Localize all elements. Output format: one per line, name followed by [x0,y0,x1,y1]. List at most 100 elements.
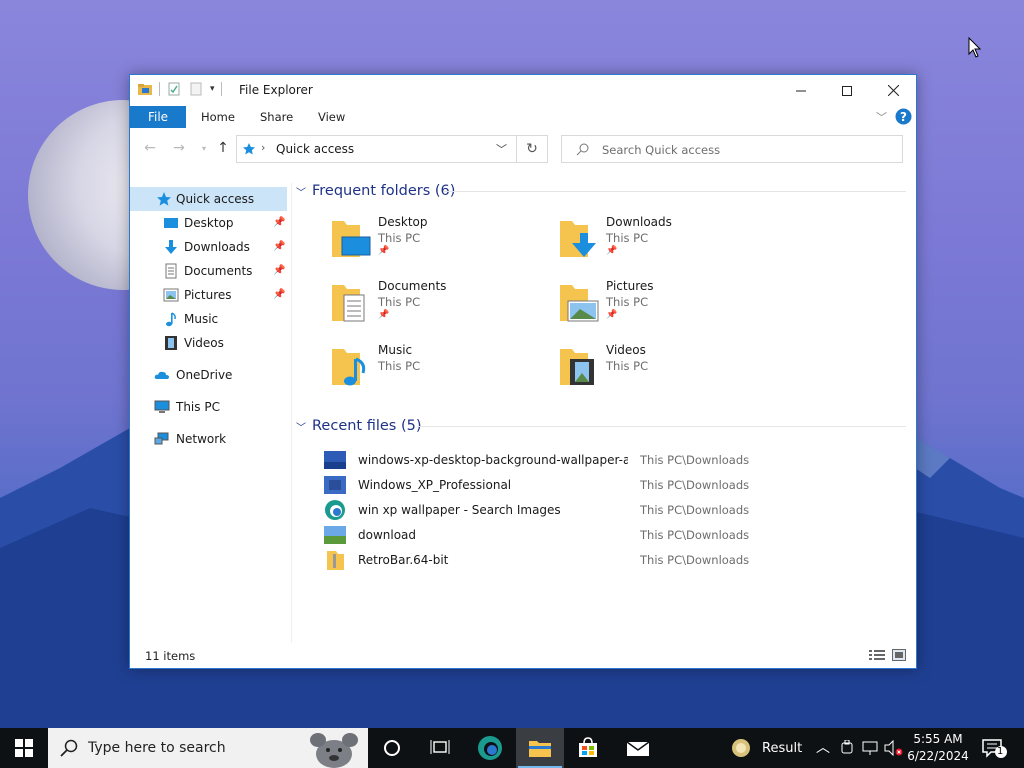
frequent-folders-header[interactable]: ﹀ Frequent folders (6) [294,180,906,202]
quick-access-toolbar: ▾ [137,81,222,97]
pane-divider[interactable] [291,183,292,643]
recent-file-row[interactable]: windows-xp-desktop-background-wallpaper-… [324,449,904,473]
tab-share[interactable]: Share [260,110,293,124]
star-icon [243,143,255,155]
details-view-icon[interactable] [869,649,885,661]
search-input[interactable]: Search Quick access [561,135,903,163]
sidebar-item-downloads[interactable]: Downloads 📌 [130,235,287,259]
volume-muted-icon[interactable] [884,740,904,756]
folder-tile-music[interactable]: Music This PC [330,343,550,403]
taskbar-search-box[interactable]: Type here to search [48,728,368,768]
recent-files-header[interactable]: ﹀ Recent files (5) [294,415,906,437]
folder-tile-desktop[interactable]: Desktop This PC 📌 [330,215,550,275]
folder-tile-downloads[interactable]: Downloads This PC 📌 [558,215,778,275]
breadcrumb-quick-access[interactable]: Quick access [276,142,354,156]
sidebar-item-music[interactable]: Music [130,307,287,331]
status-bar: 11 items [130,643,916,667]
taskbar-file-explorer-button[interactable] [516,728,564,768]
ribbon-tabs: File Home Share View ﹀ ? [130,106,916,128]
search-placeholder: Search Quick access [602,143,721,157]
back-arrow-icon: ← [144,140,156,156]
minimize-icon [796,90,806,91]
recent-file-path: This PC\Downloads [640,478,750,492]
taskbar-edge-button[interactable] [466,728,514,768]
pin-icon[interactable]: 📌 [273,241,285,253]
close-icon [887,85,899,96]
sidebar-item-pictures[interactable]: Pictures 📌 [130,283,287,307]
folder-tile-pictures[interactable]: Pictures This PC 📌 [558,279,778,339]
taskbar-mail-button[interactable] [614,728,662,768]
network-icon [154,432,169,445]
customize-toolbar-icon[interactable]: ▾ [210,84,215,94]
sidebar-item-label: Quick access [176,192,255,206]
mouse-cursor-icon [968,37,982,58]
picture-icon [163,288,179,302]
sidebar-item-desktop[interactable]: Desktop 📌 [130,211,287,235]
window-title: File Explorer [239,83,313,97]
maximize-button[interactable] [824,75,870,106]
system-clock[interactable]: 5:55 AM 6/22/2024 [907,731,969,765]
folder-tile-documents[interactable]: Documents This PC 📌 [330,279,550,339]
result-gear-icon[interactable] [731,738,751,758]
sidebar-item-label: OneDrive [176,368,233,382]
chevron-down-icon: ▾ [201,143,206,153]
tab-view[interactable]: View [318,110,345,124]
tab-home[interactable]: Home [201,110,235,124]
sidebar-item-onedrive[interactable]: OneDrive [130,363,287,387]
up-button[interactable]: ↑ [215,140,231,156]
properties-icon[interactable] [166,81,182,97]
minimize-button[interactable] [778,75,824,106]
result-label[interactable]: Result [762,741,802,756]
large-icons-view-icon[interactable] [892,649,906,661]
pin-icon: 📌 [378,310,390,320]
recent-file-row[interactable]: RetroBar.64-bit This PC\Downloads [324,549,904,573]
item-count: 11 items [145,649,196,663]
pin-icon[interactable]: 📌 [273,289,285,301]
store-bag-icon [579,737,597,757]
video-icon [165,336,177,350]
folder-name: Pictures [606,279,654,293]
sidebar-item-label: Videos [184,336,224,350]
folder-location: This PC [378,295,421,309]
edge-icon [325,500,345,520]
desktop-icon [164,218,178,228]
tab-file[interactable]: File [130,106,186,128]
pin-icon[interactable]: 📌 [273,217,285,229]
forward-button[interactable]: → [171,140,187,156]
task-view-button[interactable] [416,728,464,768]
meet-now-icon[interactable] [840,740,854,756]
recent-file-name: windows-xp-desktop-background-wallpaper-… [358,453,628,467]
forward-arrow-icon: → [173,140,185,156]
address-field[interactable]: › Quick access ﹀ [236,135,517,163]
pin-icon[interactable]: 📌 [273,265,285,277]
sidebar-item-this-pc[interactable]: This PC [130,395,287,419]
task-view-cortana-button[interactable] [368,728,416,768]
explorer-folder-icon[interactable] [137,81,153,97]
address-dropdown-icon[interactable]: ﹀ [496,141,507,157]
recent-file-path: This PC\Downloads [640,453,750,467]
tray-chevron-up-icon[interactable]: ︿ [816,737,830,757]
start-button[interactable] [0,728,48,768]
taskbar-store-button[interactable] [564,728,612,768]
sidebar-item-videos[interactable]: Videos [130,331,287,355]
back-button[interactable]: ← [142,140,158,156]
sidebar-item-documents[interactable]: Documents 📌 [130,259,287,283]
sidebar-item-quick-access[interactable]: Quick access [130,187,287,211]
recent-file-row[interactable]: win xp wallpaper - Search Images This PC… [324,499,904,523]
sidebar-item-label: Music [184,312,219,326]
refresh-button[interactable]: ↻ [517,135,548,163]
cloud-icon [154,371,169,379]
notification-center-icon[interactable] [982,739,1008,759]
recent-locations-button[interactable]: ▾ [196,140,212,156]
network-tray-icon[interactable] [862,740,880,756]
sidebar-item-network[interactable]: Network [130,427,287,451]
new-folder-icon[interactable] [188,81,204,97]
folder-tile-videos[interactable]: Videos This PC [558,343,778,403]
sidebar-item-label: Network [176,432,227,446]
recent-file-row[interactable]: Windows_XP_Professional This PC\Download… [324,474,904,498]
sidebar-item-label: This PC [176,400,220,414]
recent-file-row[interactable]: download This PC\Downloads [324,524,904,548]
help-icon[interactable]: ? [895,108,912,125]
close-button[interactable] [870,75,916,106]
expand-ribbon-icon[interactable]: ﹀ [876,109,887,125]
